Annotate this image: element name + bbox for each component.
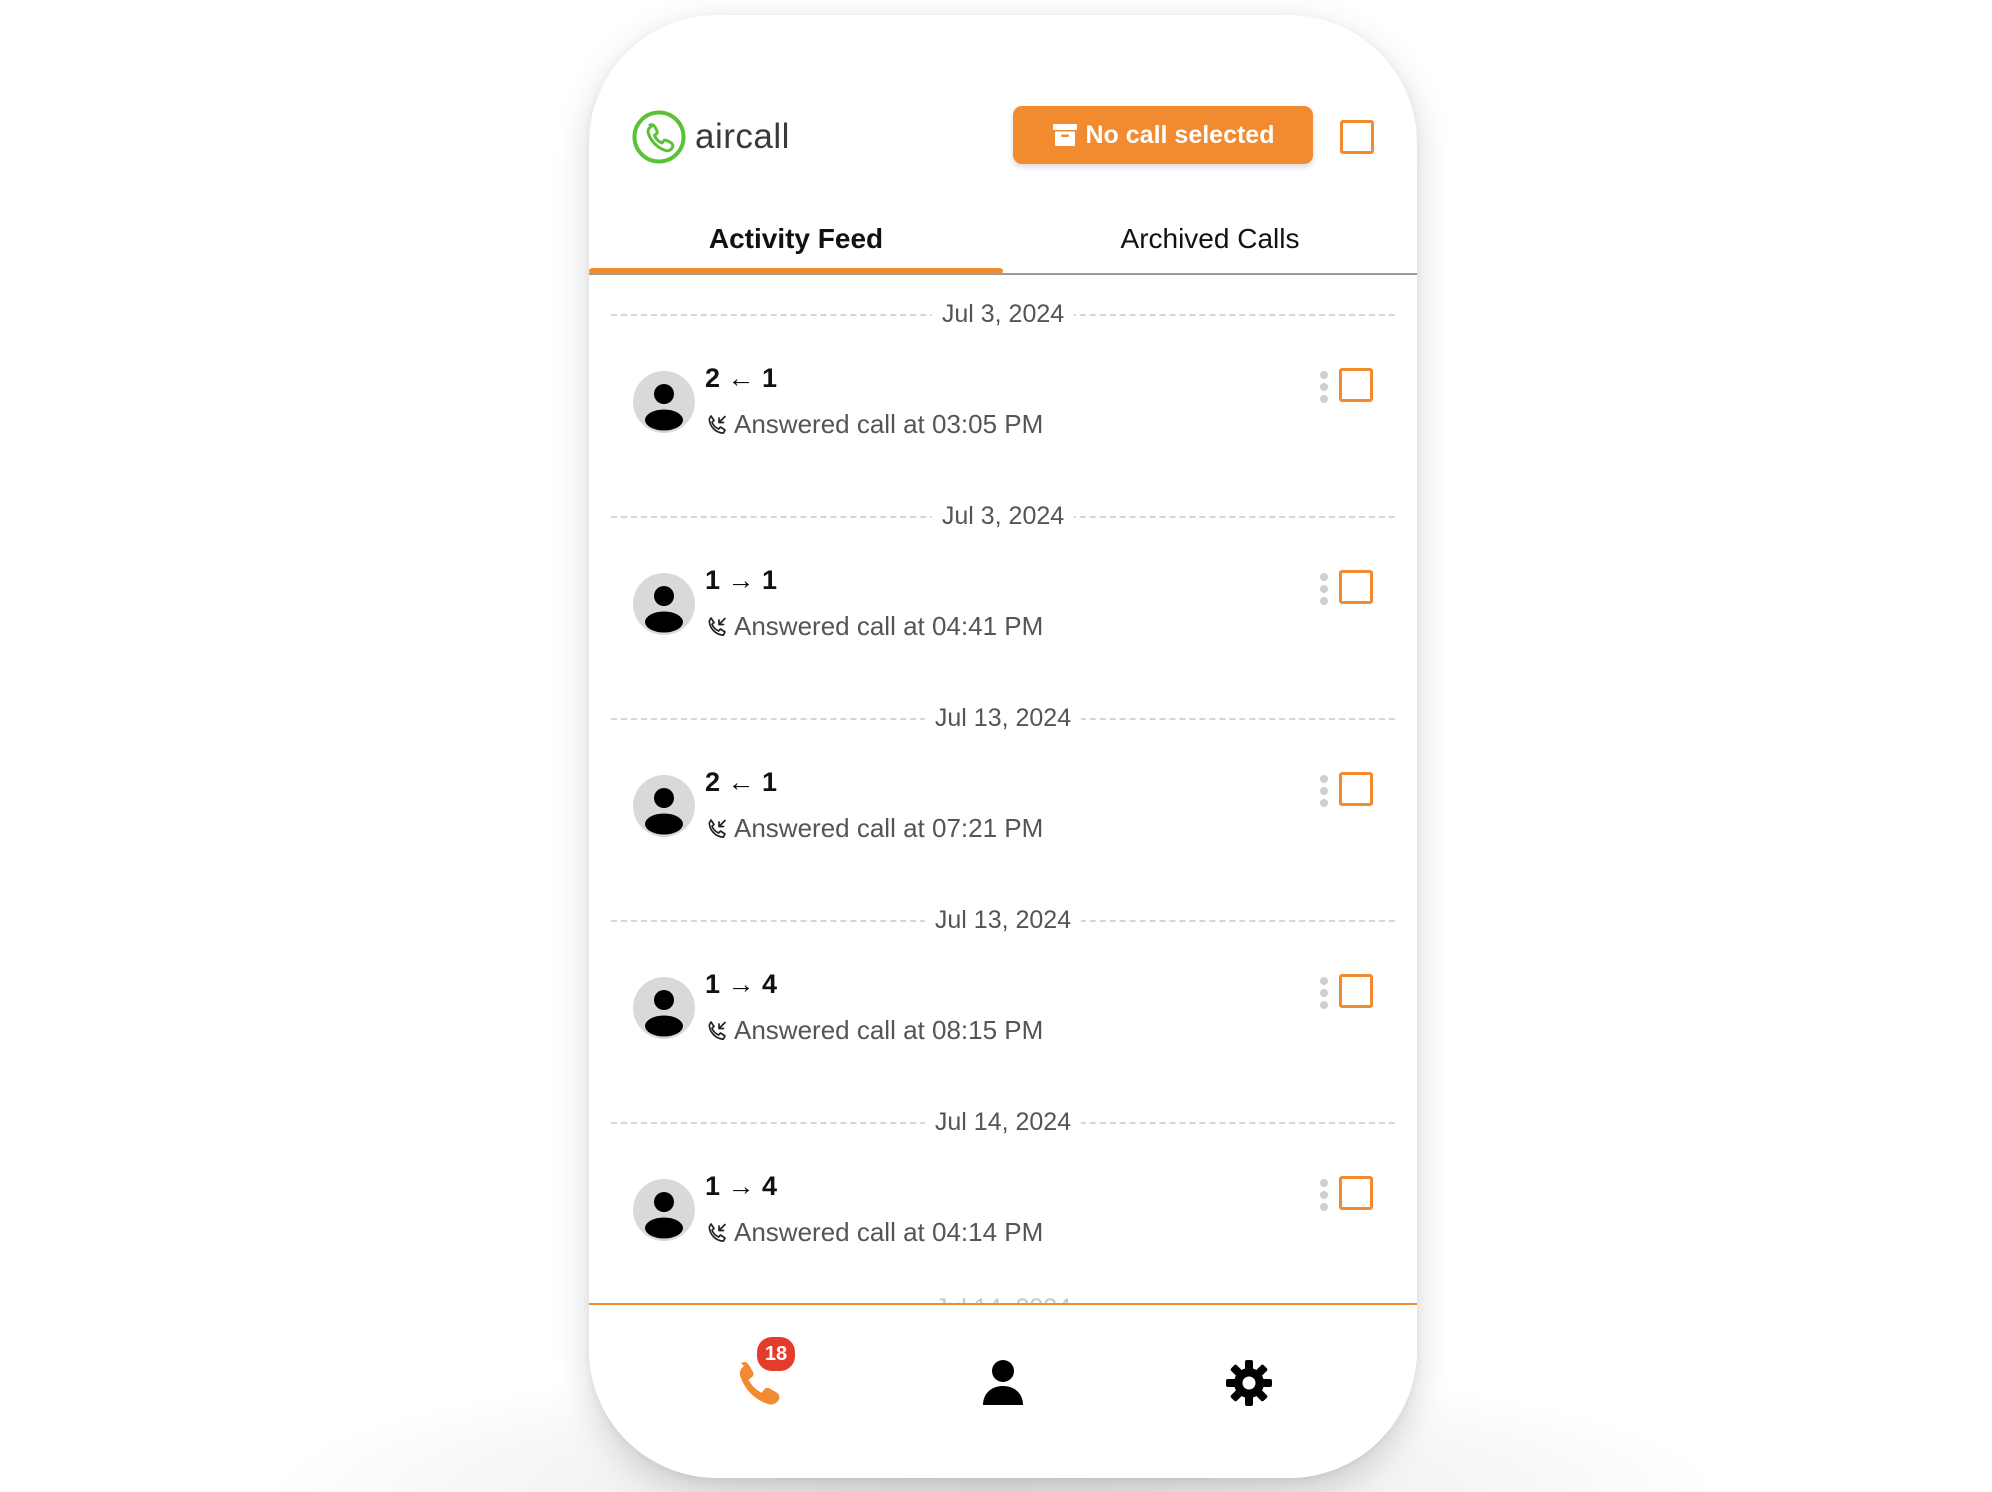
person-avatar-icon	[645, 788, 683, 835]
more-options-icon[interactable]	[1319, 1179, 1329, 1217]
call-status-text: Answered call at 07:21 PM	[734, 813, 1044, 843]
date-separator: Jul 13, 2024	[611, 903, 1395, 937]
nav-contacts[interactable]	[975, 1355, 1031, 1411]
call-select-checkbox[interactable]	[1339, 772, 1373, 806]
active-tab-indicator	[589, 268, 1003, 274]
person-avatar-icon	[645, 990, 683, 1037]
avatar	[633, 371, 695, 433]
date-separator: Jul 3, 2024	[611, 297, 1395, 331]
activity-feed-list[interactable]: Jul 3, 2024 2 ← 1 Answered call at 03:05…	[589, 277, 1417, 1319]
date-label: Jul 3, 2024	[931, 297, 1075, 331]
avatar	[633, 573, 695, 635]
tab-archived-calls[interactable]: Archived Calls	[1003, 213, 1417, 265]
date-label: Jul 14, 2024	[924, 1105, 1082, 1139]
person-icon	[983, 1360, 1023, 1405]
avatar	[633, 775, 695, 837]
nav-calls[interactable]: 18	[729, 1335, 797, 1411]
call-list-item[interactable]: 1 → 1 Answered call at 04:41 PM	[589, 545, 1417, 665]
call-status-text: Answered call at 08:15 PM	[734, 1015, 1044, 1045]
call-list-item[interactable]: 1 → 4 Answered call at 08:15 PM	[589, 949, 1417, 1069]
call-status: Answered call at 04:41 PM	[705, 611, 1043, 642]
call-status: Answered call at 03:05 PM	[705, 409, 1043, 440]
more-options-icon[interactable]	[1319, 977, 1329, 1015]
nav-settings[interactable]	[1221, 1355, 1277, 1411]
archive-button-label: No call selected	[1085, 120, 1275, 149]
more-options-icon[interactable]	[1319, 371, 1329, 409]
avatar	[633, 1179, 695, 1241]
incoming-call-icon	[708, 1020, 726, 1040]
call-list-item[interactable]: 2 ← 1 Answered call at 07:21 PM	[589, 747, 1417, 867]
call-status: Answered call at 07:21 PM	[705, 813, 1043, 844]
call-participants: 1 → 4	[705, 969, 778, 999]
call-select-checkbox[interactable]	[1339, 974, 1373, 1008]
archive-selected-button[interactable]: No call selected	[1013, 106, 1313, 164]
aircall-logo-icon	[632, 110, 686, 164]
date-label: Jul 13, 2024	[924, 903, 1082, 937]
call-select-checkbox[interactable]	[1339, 368, 1373, 402]
date-separator: Jul 13, 2024	[611, 701, 1395, 735]
date-separator: Jul 14, 2024	[611, 1105, 1395, 1139]
call-status: Answered call at 08:15 PM	[705, 1015, 1043, 1046]
incoming-call-icon	[708, 818, 726, 838]
bottom-navigation: 18	[589, 1305, 1417, 1478]
date-separator: Jul 3, 2024	[611, 499, 1395, 533]
call-list-item[interactable]: 2 ← 1 Answered call at 03:05 PM	[589, 343, 1417, 463]
call-participants: 2 ← 1	[705, 767, 778, 797]
call-participants: 1 → 4	[705, 1171, 778, 1201]
call-participants: 2 ← 1	[705, 363, 778, 393]
call-select-checkbox[interactable]	[1339, 1176, 1373, 1210]
select-all-checkbox[interactable]	[1340, 120, 1374, 154]
date-label: Jul 3, 2024	[931, 499, 1075, 533]
call-status-text: Answered call at 03:05 PM	[734, 409, 1044, 439]
incoming-call-icon	[708, 414, 726, 434]
date-label: Jul 13, 2024	[924, 701, 1082, 735]
call-status-text: Answered call at 04:14 PM	[734, 1217, 1044, 1247]
call-status-text: Answered call at 04:41 PM	[734, 611, 1044, 641]
more-options-icon[interactable]	[1319, 573, 1329, 611]
gear-icon	[1226, 1360, 1272, 1406]
person-avatar-icon	[645, 586, 683, 633]
person-avatar-icon	[645, 1192, 683, 1239]
brand-name: aircall	[695, 117, 790, 156]
phone-frame: aircall No call selected Activity Feed A…	[589, 15, 1417, 1478]
call-participants: 1 → 1	[705, 565, 778, 595]
aircall-logo: aircall	[631, 107, 790, 167]
tab-activity-feed[interactable]: Activity Feed	[589, 213, 1003, 265]
missed-calls-badge: 18	[755, 1335, 797, 1373]
incoming-call-icon	[708, 1222, 726, 1242]
person-avatar-icon	[645, 384, 683, 431]
more-options-icon[interactable]	[1319, 775, 1329, 813]
incoming-call-icon	[708, 616, 726, 636]
avatar	[633, 977, 695, 1039]
call-status: Answered call at 04:14 PM	[705, 1217, 1043, 1248]
call-select-checkbox[interactable]	[1339, 570, 1373, 604]
call-list-item[interactable]: 1 → 4 Answered call at 04:14 PM	[589, 1151, 1417, 1271]
archive-box-icon	[1052, 124, 1077, 146]
